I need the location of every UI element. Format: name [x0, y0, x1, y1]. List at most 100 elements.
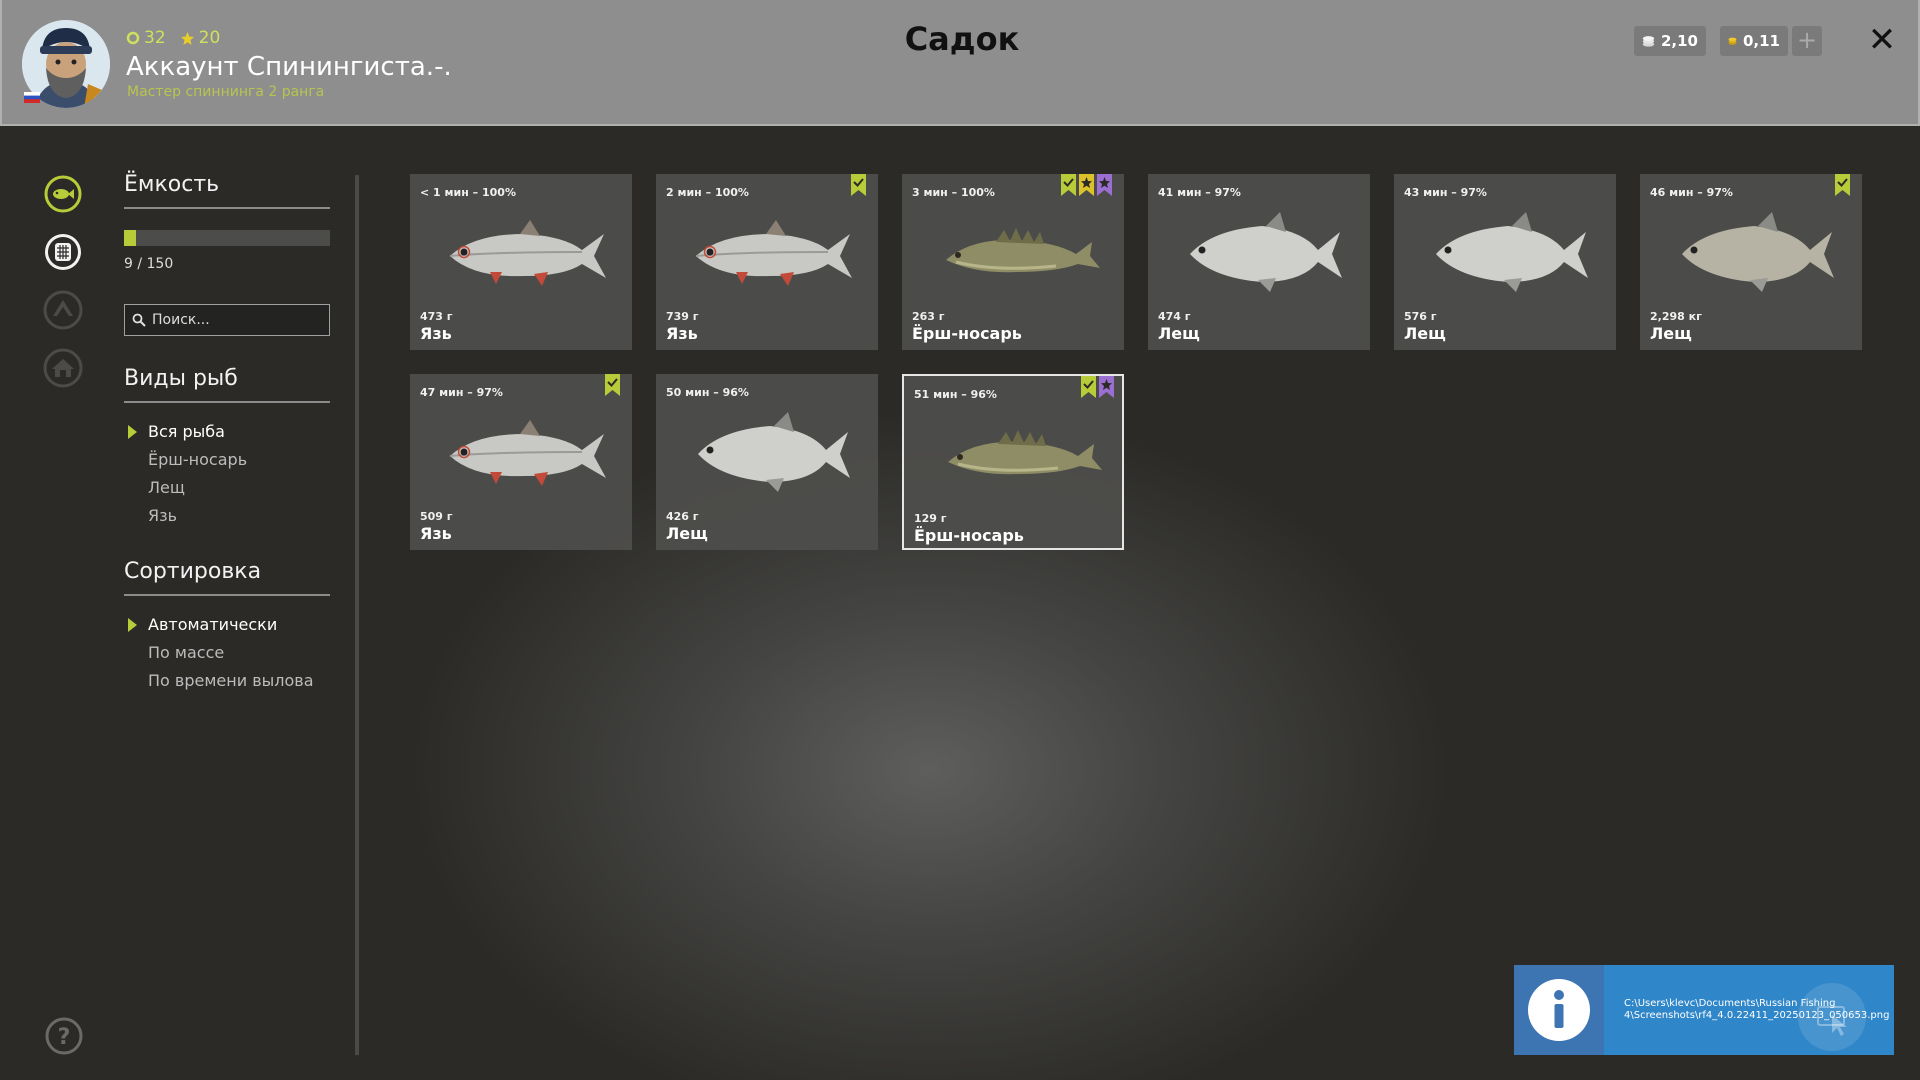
fish-card[interactable]: 43 мин – 97% 576 г Лещ	[1394, 174, 1616, 350]
capacity-bar	[124, 230, 330, 246]
level-value: 32	[144, 28, 166, 48]
svg-text:?: ?	[58, 1025, 71, 1050]
green-bookmark-icon	[1061, 174, 1076, 196]
green-bookmark-icon	[605, 374, 620, 396]
silver-currency: 2,10	[1634, 26, 1706, 56]
green-bookmark-icon	[1081, 376, 1096, 398]
add-currency-button[interactable]: +	[1792, 26, 1822, 56]
fish-weight: 426 г	[666, 510, 699, 523]
fish-image	[1190, 212, 1342, 292]
fish-catch-time: < 1 мин – 100%	[420, 186, 516, 199]
search-icon	[132, 313, 146, 327]
fish-name: Лещ	[666, 524, 708, 543]
gold-currency: 0,11	[1720, 26, 1788, 56]
search-input[interactable]: Поиск...	[124, 304, 330, 336]
fish-badges	[1081, 376, 1114, 398]
green-bookmark-icon	[851, 174, 866, 196]
green-bookmark-icon	[1835, 174, 1850, 196]
fish-name: Язь	[666, 324, 698, 343]
yellow-star-bookmark-icon	[1079, 174, 1094, 196]
level-ring-icon	[126, 31, 140, 45]
top-bar: 32 20 Аккаунт Спинингиста.-. Мастер спин…	[0, 0, 1920, 126]
close-button[interactable]: ✕	[1866, 22, 1898, 58]
fish-weight: 473 г	[420, 310, 453, 323]
fish-catch-time: 46 мин – 97%	[1650, 186, 1733, 199]
purple-star-bookmark-icon	[1099, 376, 1114, 398]
fish-badges	[1835, 174, 1850, 196]
level-stat: 32	[126, 28, 166, 48]
fish-card[interactable]: 3 мин – 100% 263 г Ёрш-носарь	[902, 174, 1124, 350]
species-option-ide[interactable]: Язь	[148, 506, 177, 525]
species-option-all[interactable]: Вся рыба	[148, 422, 225, 441]
stars-stat: 20	[180, 28, 221, 48]
capacity-count: 9 / 150	[124, 256, 174, 272]
fish-weight: 576 г	[1404, 310, 1437, 323]
fish-catch-time: 51 мин – 96%	[914, 388, 997, 401]
fish-card[interactable]: 50 мин – 96% 426 г Лещ	[656, 374, 878, 550]
fish-catch-time: 3 мин – 100%	[912, 186, 995, 199]
species-divider	[124, 401, 330, 403]
silver-amount: 2,10	[1660, 32, 1698, 50]
keepnet-tab-icon[interactable]	[43, 232, 83, 272]
russia-flag-icon	[24, 92, 40, 103]
home-tab-icon[interactable]	[43, 348, 83, 388]
capacity-divider	[124, 207, 330, 209]
fish-weight: 739 г	[666, 310, 699, 323]
fish-tab-icon[interactable]	[43, 174, 83, 214]
silver-coins-icon	[1642, 36, 1655, 47]
fish-card[interactable]: 2 мин – 100% 739 г Язь	[656, 174, 878, 350]
fish-card[interactable]: 46 мин – 97% 2,298 кг Лещ	[1640, 174, 1862, 350]
fish-image	[1682, 212, 1834, 292]
page-title: Садок	[904, 20, 1020, 58]
fish-name: Лещ	[1158, 324, 1200, 343]
fish-weight: 263 г	[912, 310, 945, 323]
fish-catch-time: 2 мин – 100%	[666, 186, 749, 199]
species-option-bream[interactable]: Лещ	[148, 478, 185, 497]
fish-name: Язь	[420, 524, 452, 543]
sort-divider	[124, 594, 330, 596]
fish-catch-time: 47 мин – 97%	[420, 386, 503, 399]
fish-image	[449, 220, 606, 286]
info-icon	[1528, 979, 1590, 1041]
fish-image	[1436, 212, 1588, 292]
fish-badges	[605, 374, 620, 396]
boat-tab-icon[interactable]	[43, 290, 83, 330]
search-placeholder: Поиск...	[152, 312, 210, 328]
fish-card[interactable]: 47 мин – 97% 509 г Язь	[410, 374, 632, 550]
sort-option-time[interactable]: По времени вылова	[148, 671, 314, 690]
star-icon	[180, 31, 194, 45]
species-option-ruffe[interactable]: Ёрш-носарь	[148, 450, 247, 469]
gold-amount: 0,11	[1742, 32, 1780, 50]
player-stats: 32 20	[126, 28, 220, 48]
capacity-bar-fill	[124, 230, 137, 246]
fish-card[interactable]: 41 мин – 97% 474 г Лещ	[1148, 174, 1370, 350]
fish-image	[698, 412, 850, 492]
capacity-title: Ёмкость	[124, 172, 220, 197]
sort-option-weight[interactable]: По массе	[148, 643, 224, 662]
fish-weight: 2,298 кг	[1650, 310, 1702, 323]
fish-card[interactable]: < 1 мин – 100% 473 г Язь	[410, 174, 632, 350]
fish-image	[946, 228, 1100, 273]
fish-name: Язь	[420, 324, 452, 343]
fish-catch-time: 43 мин – 97%	[1404, 186, 1487, 199]
account-name: Аккаунт Спинингиста.-.	[126, 52, 452, 82]
fish-image	[449, 420, 606, 486]
fish-badges	[1061, 174, 1112, 196]
fish-card[interactable]: 51 мин – 96% 129 г Ёрш-носарь	[902, 374, 1124, 550]
sort-option-auto[interactable]: Автоматически	[148, 615, 277, 634]
fish-name: Ёрш-носарь	[914, 526, 1024, 545]
species-section: Виды рыб	[124, 366, 330, 403]
fish-image	[695, 220, 852, 286]
sort-section: Сортировка	[124, 559, 330, 596]
fish-name: Лещ	[1404, 324, 1446, 343]
help-icon[interactable]: ?	[44, 1016, 84, 1056]
fish-image	[948, 430, 1102, 475]
capacity-section: Ёмкость	[124, 172, 330, 209]
panel-divider	[355, 175, 359, 1055]
fish-catch-time: 41 мин – 97%	[1158, 186, 1241, 199]
fish-weight: 509 г	[420, 510, 453, 523]
stars-value: 20	[198, 28, 221, 48]
notification-icon-box	[1514, 965, 1604, 1055]
account-rank: Мастер спиннинга 2 ранга	[127, 84, 325, 100]
sort-selected-arrow-icon	[128, 618, 137, 632]
